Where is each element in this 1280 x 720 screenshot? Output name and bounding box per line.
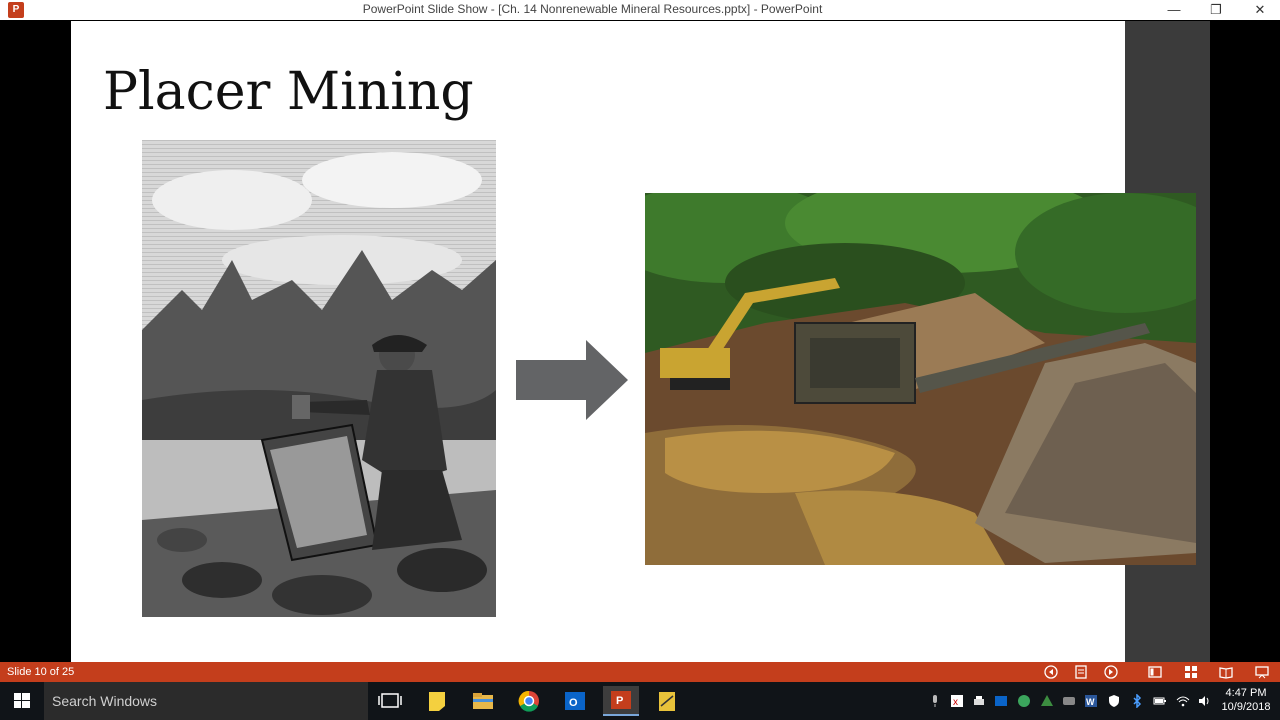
windows-start-icon[interactable] [0,682,44,720]
slide-sorter-icon[interactable] [1184,665,1198,679]
wifi-icon[interactable] [1176,694,1190,708]
powerpoint-taskbar-icon[interactable]: P [603,686,639,716]
bluetooth-icon[interactable] [1130,694,1144,708]
miner-engraving-image [142,140,496,617]
slideshow-view-icon[interactable] [1255,665,1269,679]
outlook-tray-icon[interactable] [994,694,1008,708]
search-placeholder: Search Windows [52,693,158,709]
clock-time: 4:47 PM [1225,687,1267,699]
window-title-bar: P PowerPoint Slide Show - [Ch. 14 Nonren… [0,0,1280,20]
minimize-button[interactable]: — [1154,0,1194,20]
microphone-icon[interactable] [928,694,942,708]
svg-text:O: O [569,697,578,709]
chrome-icon[interactable] [511,686,547,716]
notes-icon[interactable] [1074,665,1088,679]
printer-icon[interactable] [972,694,986,708]
window-title: PowerPoint Slide Show - [Ch. 14 Nonrenew… [362,2,823,16]
recycle-icon[interactable] [1040,694,1054,708]
svg-text:x: x [953,697,958,708]
svg-text:W: W [1086,697,1095,707]
shield-icon[interactable] [1107,694,1121,708]
clock-date: 10/9/2018 [1221,701,1271,713]
notes-app-icon[interactable] [649,686,685,716]
restore-button[interactable]: ❐ [1196,0,1236,20]
normal-view-icon[interactable] [1148,665,1162,679]
slide-counter: Slide 10 of 25 [7,666,75,678]
file-explorer-icon[interactable] [465,686,501,716]
taskbar-search-box[interactable]: Search Windows [44,682,368,720]
outlook-icon[interactable]: O [557,686,593,716]
sync-icon[interactable] [1017,694,1031,708]
network-drive-icon[interactable] [1062,694,1076,708]
excel-tray-icon[interactable]: x [950,694,964,708]
system-clock[interactable]: 4:47 PM 10/9/2018 [1218,686,1274,714]
next-slide-icon[interactable] [1104,665,1118,679]
reading-view-icon[interactable] [1219,665,1233,679]
right-arrow-icon [516,340,628,420]
placer-mine-photo [645,193,1196,565]
slide-title: Placer Mining [103,62,474,122]
close-button[interactable]: ✕ [1240,0,1280,20]
word-tray-icon[interactable]: W [1084,694,1098,708]
svg-text:P: P [616,695,623,707]
windows-taskbar: Search Windows O P x W 4:47 PM 10/9/2018 [0,682,1280,720]
volume-icon[interactable] [1197,694,1211,708]
battery-icon[interactable] [1153,694,1167,708]
slideshow-status-bar: Slide 10 of 25 [0,662,1280,682]
sticky-notes-icon[interactable] [419,686,455,716]
task-view-icon[interactable] [372,686,408,716]
previous-slide-icon[interactable] [1044,665,1058,679]
